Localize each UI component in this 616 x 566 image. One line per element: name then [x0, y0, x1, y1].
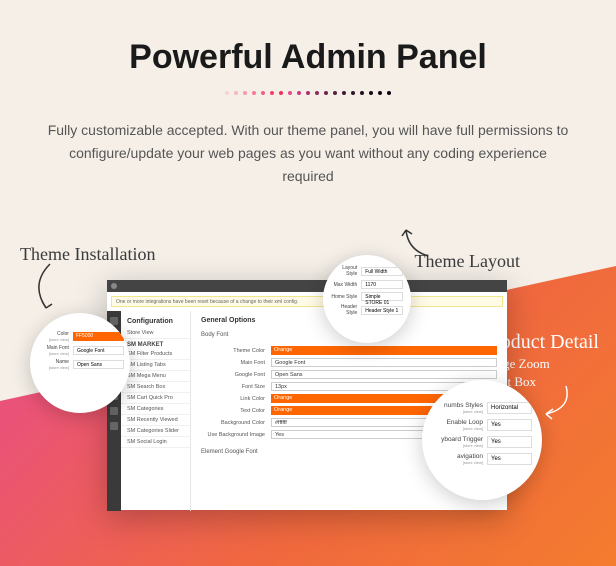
arrow-icon [398, 226, 438, 264]
config-row-value[interactable]: Google Font [271, 358, 497, 367]
magento-icon [111, 283, 117, 289]
nav-item[interactable]: SM Filter Products [121, 349, 190, 360]
config-row-label: Theme Color [201, 348, 271, 354]
callout-value[interactable]: Yes [487, 419, 532, 431]
config-row-label: Main Font [201, 360, 271, 366]
nav-item[interactable]: SM Social Login [121, 437, 190, 448]
nav-item[interactable]: SM Search Box [121, 382, 190, 393]
config-row-label: Use Background Image [201, 432, 271, 438]
page-title: Powerful Admin Panel [40, 38, 576, 77]
config-row-label: Text Color [201, 408, 271, 414]
page-description: Fully customizable accepted. With our th… [43, 119, 573, 188]
config-title: Configuration [121, 315, 190, 328]
nav-item[interactable]: SM Listing Tabs [121, 360, 190, 371]
nav-item[interactable]: SM Recently Viewed [121, 415, 190, 426]
callout-row: Main Font[store view]Google Font [36, 345, 124, 356]
callout-value[interactable]: Google Font [73, 346, 124, 355]
arrow-icon [536, 382, 576, 422]
config-row-value[interactable]: Orange [271, 346, 497, 355]
callout-label: Header Style [331, 304, 361, 316]
callout-value[interactable]: Yes [487, 453, 532, 465]
nav-item[interactable]: SM Mega Menu [121, 371, 190, 382]
callout-row: yboard Trigger[store view]Yes [432, 436, 532, 448]
callout-label: yboard Trigger[store view] [432, 436, 487, 448]
config-row: Theme ColorOrange [201, 346, 497, 355]
config-row: Main FontGoogle Font [201, 358, 497, 367]
config-row-value[interactable]: Open Sans [271, 370, 497, 379]
nav-item[interactable]: SM Categories [121, 404, 190, 415]
callout-theme-layout: Layout StyleFull WidthMax Width1170Home … [323, 255, 411, 343]
panel-warning: One or more integrations have been reset… [111, 296, 503, 307]
side-icon[interactable] [110, 407, 118, 415]
config-row-label: Link Color [201, 396, 271, 402]
callout-row: Max Width1170 [331, 280, 403, 289]
panel-titlebar [107, 280, 507, 292]
callout-value[interactable]: 1170 [361, 280, 403, 289]
callout-label: Home Style [331, 294, 361, 300]
callout-row: Name[store view]Open Sans [36, 359, 124, 370]
callout-row: Header StyleHeader Style 1 [331, 304, 403, 316]
callout-row: avigation[store view]Yes [432, 453, 532, 465]
callout-row: Home StyleSimple STORE 01 [331, 292, 403, 301]
callout-label: numbs Styles[store view] [432, 402, 487, 414]
hero-section: Powerful Admin Panel Fully customizable … [0, 0, 616, 208]
callout-value[interactable]: Horizontal [487, 402, 532, 414]
callout-product-detail: numbs Styles[store view]HorizontalEnable… [422, 380, 542, 500]
callout-value[interactable]: Header Style 1 [361, 306, 403, 315]
config-row: Google FontOpen Sans [201, 370, 497, 379]
callout-label: Enable Loop[store view] [432, 419, 487, 431]
config-row-label: Font Size [201, 384, 271, 390]
callout-row: Color[store view]FF5000 [36, 331, 124, 342]
nav-group: SM MARKET [121, 339, 190, 349]
callout-label: Main Font[store view] [36, 345, 73, 356]
config-row-label: Google Font [201, 372, 271, 378]
callout-row: Layout StyleFull Width [331, 265, 403, 277]
store-view-label: Store View [121, 328, 190, 339]
callout-label: avigation[store view] [432, 453, 487, 465]
callout-value[interactable]: Full Width [361, 267, 403, 276]
side-icon[interactable] [110, 422, 118, 430]
callout-row: numbs Styles[store view]Horizontal [432, 402, 532, 414]
nav-item[interactable]: SM Cart Quick Pro [121, 393, 190, 404]
decorative-dots [40, 91, 576, 95]
callout-label: Name[store view] [36, 359, 73, 370]
callout-label: Max Width [331, 282, 361, 288]
callout-label: Layout Style [331, 265, 361, 277]
panel-nav: Configuration Store View SM MARKET SM Fi… [121, 311, 191, 511]
callout-value[interactable]: FF5000 [73, 332, 124, 341]
callout-row: Enable Loop[store view]Yes [432, 419, 532, 431]
callout-value[interactable]: Simple STORE 01 [361, 292, 403, 301]
nav-item[interactable]: SM Categories Slider [121, 426, 190, 437]
callout-value[interactable]: Open Sans [73, 360, 124, 369]
callout-theme-installation: Color[store view]FF5000Main Font[store v… [30, 313, 130, 413]
config-row-label: Background Color [201, 420, 271, 426]
arrow-icon [32, 262, 72, 317]
callout-value[interactable]: Yes [487, 436, 532, 448]
callout-label: Color[store view] [36, 331, 73, 342]
